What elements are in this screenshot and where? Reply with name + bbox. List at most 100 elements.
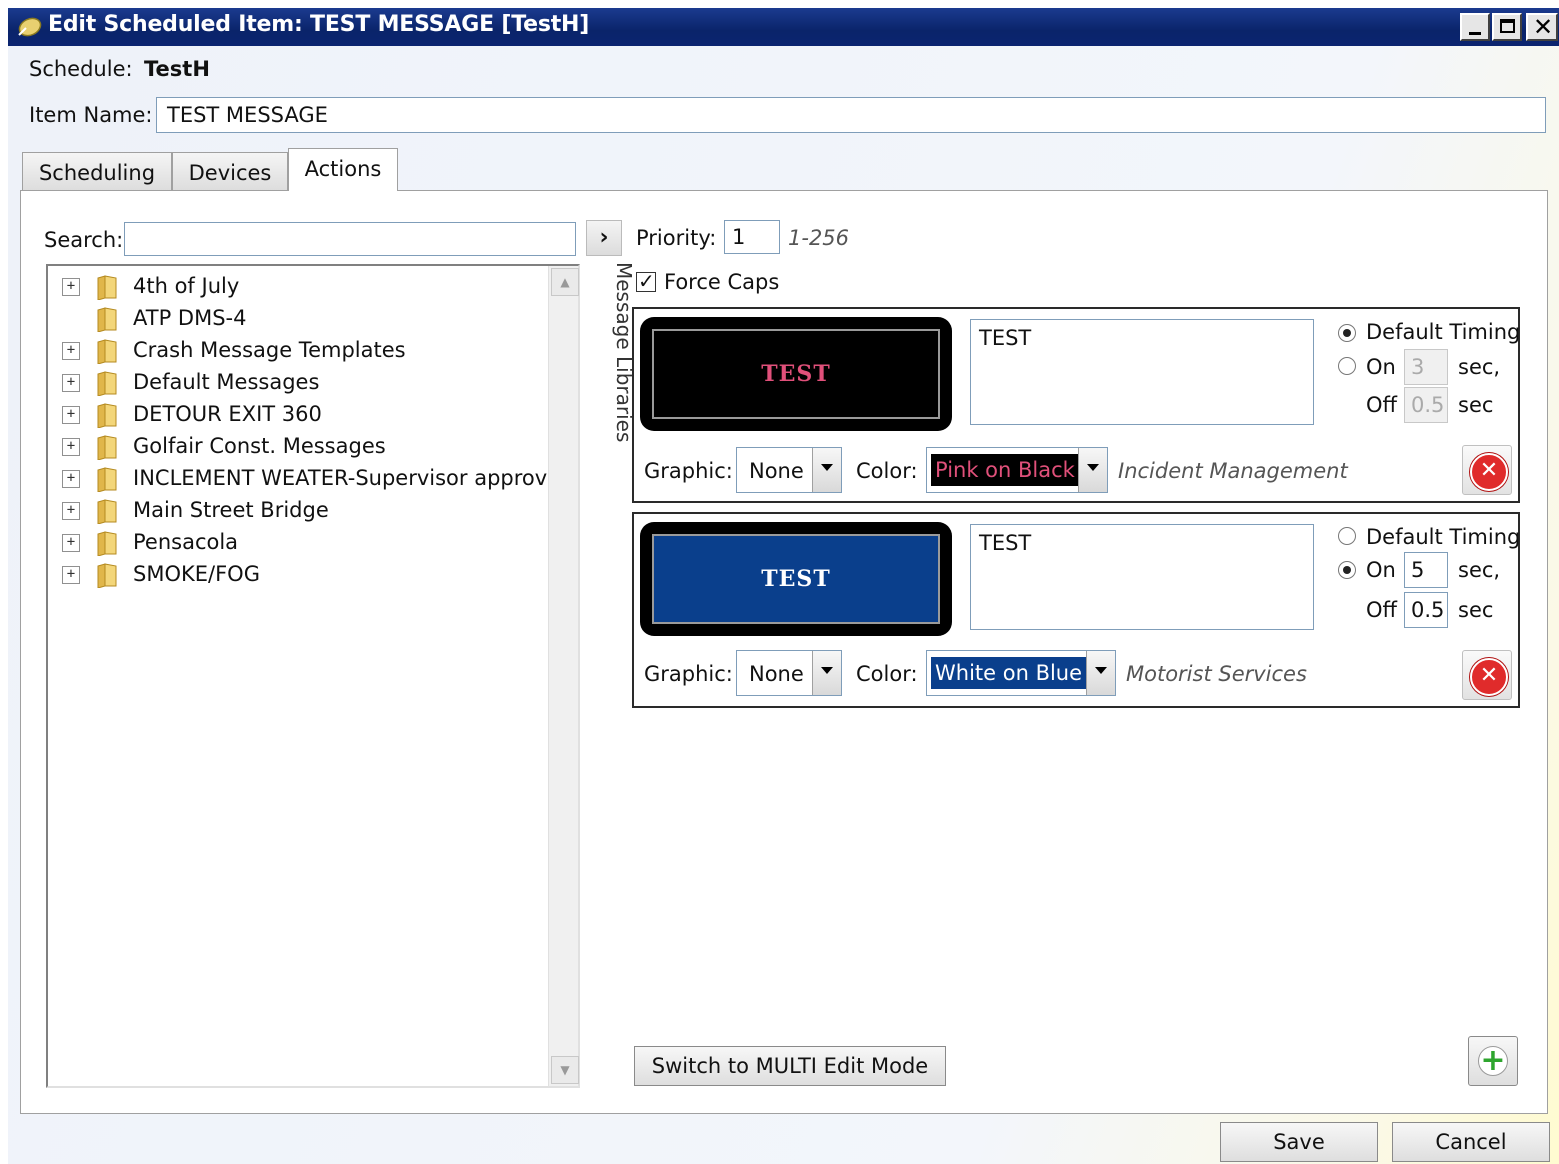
color-select-1[interactable]: Pink on Black — [926, 447, 1108, 493]
default-timing-radio-1[interactable] — [1338, 324, 1356, 342]
message-text-1[interactable]: TEST — [970, 319, 1314, 425]
scroll-down-button[interactable]: ▼ — [551, 1056, 579, 1084]
priority-range-hint: 1-256 — [788, 226, 850, 250]
folder-icon — [97, 435, 117, 460]
maximize-button[interactable] — [1492, 13, 1522, 41]
tree-item[interactable]: ATP DMS-4 — [48, 302, 548, 334]
on-timing-radio-2[interactable] — [1338, 561, 1356, 579]
tab-scheduling[interactable]: Scheduling — [22, 152, 172, 192]
tree-item[interactable]: + Crash Message Templates — [48, 334, 548, 366]
tree-item[interactable]: + Main Street Bridge — [48, 494, 548, 526]
graphic-select-2[interactable]: None — [736, 650, 842, 696]
schedule-label: Schedule: — [29, 57, 133, 81]
title-bar[interactable]: Edit Scheduled Item: TEST MESSAGE [TestH… — [8, 8, 1559, 46]
tree-item-label: Crash Message Templates — [133, 338, 406, 362]
tree-item-label: Main Street Bridge — [133, 498, 329, 522]
tree-item[interactable]: + DETOUR EXIT 360 — [48, 398, 548, 430]
collapse-library-button[interactable]: › — [586, 220, 622, 256]
chevron-down-icon — [1086, 651, 1115, 695]
tree-item[interactable]: + Golfair Const. Messages — [48, 430, 548, 462]
search-input[interactable] — [124, 222, 576, 256]
close-icon: ✕ — [1533, 13, 1554, 41]
priority-label: Priority: — [636, 226, 717, 250]
tree-item[interactable]: +4th of July — [48, 270, 548, 302]
sec-label-2: sec, — [1458, 558, 1501, 582]
tree-item[interactable]: + INCLEMENT WEATER-Supervisor approval — [48, 462, 566, 494]
delete-page-button-2[interactable]: ✕ — [1462, 650, 1512, 700]
default-timing-label-2: Default Timing — [1366, 525, 1521, 549]
color-label-2: Color: — [856, 662, 918, 686]
force-caps-label: Force Caps — [664, 270, 780, 294]
tree-scrollbar[interactable]: ▲ ▼ — [548, 266, 579, 1086]
tree-item-label: SMOKE/FOG — [133, 562, 260, 586]
sign-preview-text-2: TEST — [652, 534, 940, 624]
save-button[interactable]: Save — [1220, 1122, 1378, 1162]
delete-page-button-1[interactable]: ✕ — [1462, 445, 1512, 495]
folder-icon — [97, 467, 117, 492]
color-select-2-value: White on Blue — [931, 657, 1087, 689]
window-title: Edit Scheduled Item: TEST MESSAGE [TestH… — [48, 12, 590, 37]
item-name-value: TEST MESSAGE — [167, 103, 328, 127]
app-icon — [18, 17, 42, 37]
tab-actions[interactable]: Actions — [288, 148, 398, 192]
minimize-button[interactable] — [1460, 13, 1490, 41]
message-library-tree[interactable]: +4th of July ATP DMS-4 + Crash Message Temp… — [46, 264, 580, 1088]
active-tab-joiner — [289, 188, 397, 192]
switch-multi-edit-button[interactable]: Switch to MULTI Edit Mode — [634, 1046, 946, 1086]
sign-preview-2: TEST — [640, 522, 952, 636]
color-select-2[interactable]: White on Blue — [926, 650, 1116, 696]
tree-item[interactable]: + Default Messages — [48, 366, 548, 398]
sec-label-2b: sec — [1458, 598, 1494, 622]
sec-label-1b: sec — [1458, 393, 1494, 417]
folder-icon — [97, 531, 117, 556]
expand-icon[interactable]: + — [62, 342, 80, 360]
folder-icon — [97, 371, 117, 396]
category-label-2: Motorist Services — [1126, 662, 1307, 686]
graphic-label-1: Graphic: — [644, 459, 733, 483]
tree-item[interactable]: + Pensacola — [48, 526, 548, 558]
off-seconds-input-1[interactable]: 0.5 — [1404, 387, 1448, 423]
schedule-value: TestH — [144, 57, 210, 81]
tab-devices[interactable]: Devices — [172, 152, 288, 192]
graphic-select-2-value: None — [749, 662, 804, 686]
tree-item-label: DETOUR EXIT 360 — [133, 402, 322, 426]
expand-icon[interactable]: + — [62, 502, 80, 520]
sign-preview-1: TEST — [640, 317, 952, 431]
on-timing-radio-1[interactable] — [1338, 357, 1356, 375]
expand-icon[interactable]: + — [62, 438, 80, 456]
expand-icon[interactable]: + — [62, 278, 80, 296]
graphic-select-1[interactable]: None — [736, 447, 842, 493]
off-seconds-input-2[interactable]: 0.5 — [1404, 592, 1448, 628]
expand-icon[interactable]: + — [62, 470, 80, 488]
checkmark-icon: ✓ — [638, 269, 655, 293]
item-name-field[interactable]: TEST MESSAGE — [156, 97, 1546, 133]
folder-icon — [97, 307, 117, 332]
expand-icon[interactable]: + — [62, 566, 80, 584]
force-caps-checkbox[interactable]: ✓ — [636, 269, 656, 293]
color-select-1-value: Pink on Black — [931, 454, 1079, 486]
on-seconds-input-2[interactable]: 5 — [1404, 552, 1448, 588]
tree-item-label: INCLEMENT WEATER-Supervisor approval — [133, 466, 566, 490]
tree-item-label: Pensacola — [133, 530, 239, 554]
expand-icon[interactable]: + — [62, 406, 80, 424]
folder-icon — [97, 499, 117, 524]
tree-item-label: 4th of July — [133, 274, 240, 298]
expand-icon[interactable]: + — [62, 374, 80, 392]
chevron-down-icon — [812, 651, 841, 695]
tree-item[interactable]: + SMOKE/FOG — [48, 558, 548, 590]
expand-icon[interactable]: + — [62, 534, 80, 552]
default-timing-label-1: Default Timing — [1366, 320, 1521, 344]
graphic-label-2: Graphic: — [644, 662, 733, 686]
default-timing-radio-2[interactable] — [1338, 527, 1356, 545]
priority-input[interactable]: 1 — [724, 220, 780, 254]
cancel-button[interactable]: Cancel — [1392, 1122, 1550, 1162]
on-seconds-input-1[interactable]: 3 — [1404, 349, 1448, 385]
message-page-2: TEST TEST Default Timing On 5 sec, Off 0… — [632, 512, 1520, 708]
tree-item-label: Default Messages — [133, 370, 320, 394]
close-window-button[interactable]: ✕ — [1526, 13, 1558, 41]
add-page-button[interactable]: + — [1468, 1036, 1518, 1086]
category-label-1: Incident Management — [1118, 459, 1348, 483]
message-text-2[interactable]: TEST — [970, 524, 1314, 630]
scroll-up-button[interactable]: ▲ — [551, 268, 579, 296]
folder-icon — [97, 563, 117, 588]
